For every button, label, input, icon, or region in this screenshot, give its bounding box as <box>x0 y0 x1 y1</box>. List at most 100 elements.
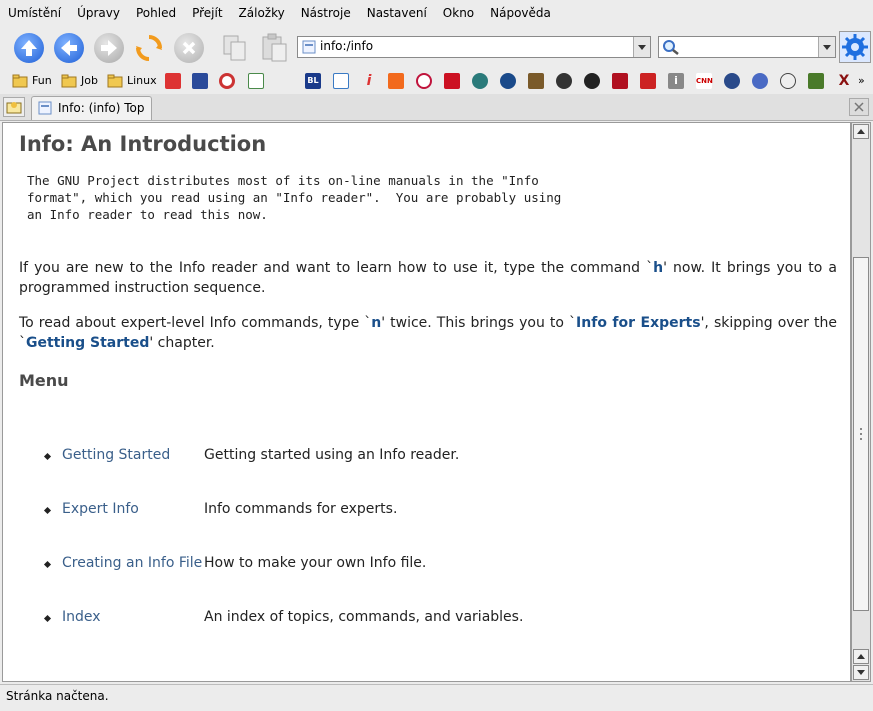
menu-heading: Menu <box>19 371 69 390</box>
grip-dot <box>860 433 862 435</box>
copy-icon <box>223 35 246 61</box>
bookmark-paw-icon[interactable] <box>752 73 768 89</box>
menu-description: An index of topics, commands, and variab… <box>204 609 524 625</box>
menu-item: Index An index of topics, commands, and … <box>43 609 825 629</box>
bookmark-x-icon[interactable]: X <box>836 73 852 89</box>
menu-bookmarks[interactable]: Záložky <box>231 0 293 26</box>
search-dropdown-button[interactable] <box>818 37 835 57</box>
menu-edit[interactable]: Úpravy <box>69 0 128 26</box>
reload-icon <box>136 35 162 61</box>
close-tab-button[interactable] <box>849 98 869 116</box>
bookmark-folder-brown-icon[interactable] <box>528 73 544 89</box>
status-text: Stránka načtena. <box>6 689 109 703</box>
menu-link-creating-info-file[interactable]: Creating an Info File <box>62 555 202 571</box>
page-title: Info: An Introduction <box>19 132 267 156</box>
menu-view[interactable]: Pohled <box>128 0 184 26</box>
scroll-up-button-bottom[interactable] <box>853 649 869 664</box>
chevron-down-icon <box>638 45 646 50</box>
text-span: ' twice. This brings you to ` <box>381 315 577 331</box>
bookmark-info-icon[interactable]: i <box>361 73 377 89</box>
bookmarks-overflow-icon[interactable]: » <box>858 74 865 87</box>
scroll-down-button[interactable] <box>853 665 869 680</box>
grip-dot <box>860 438 862 440</box>
bookmark-folder-label: Linux <box>127 74 157 87</box>
menu-tools[interactable]: Nástroje <box>293 0 359 26</box>
key-h: h <box>653 260 664 276</box>
arrow-up-icon <box>857 129 865 134</box>
back-arrow-icon <box>54 33 84 63</box>
chevron-down-icon <box>823 45 831 50</box>
bookmark-search-red-icon[interactable] <box>444 73 460 89</box>
bookmark-bl-icon[interactable]: BL <box>305 73 321 89</box>
bookmark-arrow-icon[interactable] <box>584 73 600 89</box>
forward-button[interactable] <box>92 31 126 65</box>
bookmark-ring-icon[interactable] <box>219 73 235 89</box>
menu-link-index[interactable]: Index <box>62 609 101 625</box>
text-span: If you are new to the Info reader and wa… <box>19 260 654 276</box>
menu-settings[interactable]: Nastavení <box>359 0 435 26</box>
bookmark-pen-teal-icon[interactable] <box>472 73 488 89</box>
gear-icon <box>842 34 868 60</box>
bookmark-web-icon[interactable] <box>500 73 516 89</box>
bookmark-gear-blue-icon[interactable] <box>724 73 740 89</box>
vertical-scrollbar[interactable] <box>851 122 871 682</box>
menu-item: Creating an Info File How to make your o… <box>43 555 825 575</box>
menu-location[interactable]: Umístění <box>0 0 69 26</box>
tab-bar: Info: (info) Top <box>0 94 873 121</box>
scroll-up-button[interactable] <box>853 124 869 139</box>
bookmark-folder-fun[interactable]: Fun <box>12 72 58 90</box>
bookmark-i-gray-icon[interactable]: i <box>668 73 684 89</box>
link-getting-started[interactable]: Getting Started <box>26 335 149 351</box>
bookmark-g-red-icon[interactable] <box>640 73 656 89</box>
search-icon <box>663 40 679 55</box>
status-bar: Stránka načtena. <box>0 684 873 711</box>
bookmarks-toolbar: Fun Job Linux BL i i CNN X » <box>0 69 873 93</box>
bookmark-globe-icon[interactable] <box>333 73 349 89</box>
tab-label: Info: (info) Top <box>58 101 145 115</box>
url-text: info:/info <box>320 39 374 53</box>
bookmark-face-icon[interactable] <box>556 73 572 89</box>
up-button[interactable] <box>12 31 46 65</box>
bookmark-debian-icon[interactable] <box>416 73 432 89</box>
stop-button[interactable] <box>172 31 206 65</box>
menu-description: How to make your own Info file. <box>204 555 427 571</box>
link-info-for-experts[interactable]: Info for Experts <box>576 315 701 331</box>
folder-icon <box>61 74 77 88</box>
back-button[interactable] <box>52 31 86 65</box>
bookmark-cnn-icon[interactable]: CNN <box>696 73 713 89</box>
menu-window[interactable]: Okno <box>435 0 482 26</box>
bullet-icon <box>43 560 52 569</box>
bookmark-folder-job[interactable]: Job <box>61 72 107 90</box>
menu-help[interactable]: Nápověda <box>482 0 559 26</box>
bookmark-tree-icon[interactable] <box>808 73 824 89</box>
bookmark-slash-icon[interactable] <box>388 73 404 89</box>
stop-icon <box>174 33 204 63</box>
bookmark-hourglass-icon[interactable] <box>192 73 208 89</box>
scrollbar-thumb[interactable] <box>853 257 869 611</box>
menu-link-expert-info[interactable]: Expert Info <box>62 501 139 517</box>
paragraph-expert: To read about expert-level Info commands… <box>19 313 837 353</box>
menu-bar: Umístění Úpravy Pohled Přejít Záložky Ná… <box>0 0 873 26</box>
new-tab-icon <box>6 102 22 114</box>
menu-item: Expert Info Info commands for experts. <box>43 501 825 521</box>
menu-go[interactable]: Přejít <box>184 0 230 26</box>
menu-link-getting-started[interactable]: Getting Started <box>62 447 170 463</box>
copy-button[interactable] <box>220 31 254 65</box>
paste-button[interactable] <box>258 31 292 65</box>
bookmark-pen-icon[interactable] <box>165 73 181 89</box>
reload-button[interactable] <box>132 31 166 65</box>
tab-info-top[interactable]: Info: (info) Top <box>31 96 152 120</box>
bookmark-tux-icon[interactable] <box>780 73 796 89</box>
url-input[interactable]: info:/info <box>297 36 651 58</box>
folder-icon <box>12 74 28 88</box>
up-arrow-icon <box>14 33 44 63</box>
search-input[interactable] <box>658 36 836 58</box>
kde-gear-button[interactable] <box>839 31 871 63</box>
new-tab-button[interactable] <box>3 97 25 117</box>
forward-arrow-icon <box>94 33 124 63</box>
folder-icon <box>107 74 123 88</box>
bookmark-g-icon[interactable] <box>248 73 264 89</box>
url-dropdown-button[interactable] <box>633 37 650 57</box>
bookmark-h-icon[interactable] <box>612 73 628 89</box>
bookmark-folder-linux[interactable]: Linux <box>107 72 159 90</box>
